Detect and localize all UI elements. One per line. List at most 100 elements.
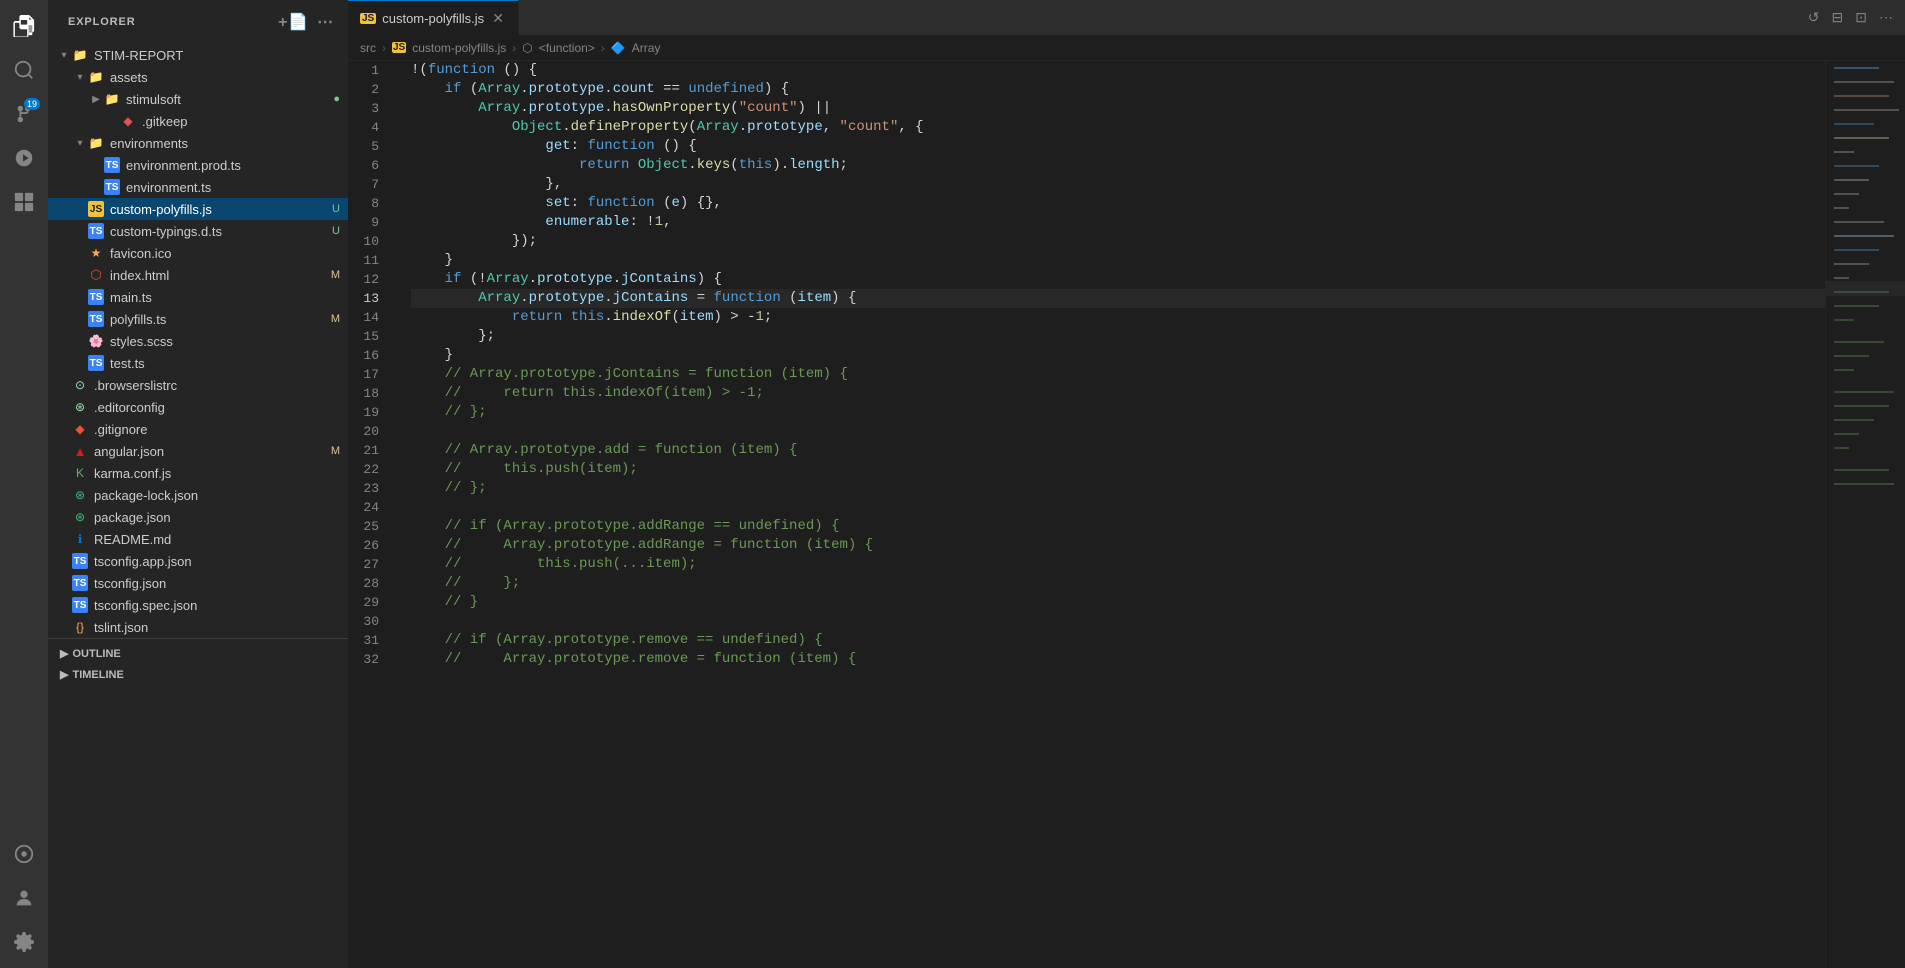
tab-js-icon: JS [360,13,376,24]
file-tree: ▾ 📁 STIM-REPORT ▾ 📁 assets ▶ 📁 stimulsof… [48,44,348,968]
breadcrumb-function[interactable]: <function> [539,41,595,55]
breadcrumb-sep2: › [512,41,516,55]
file-tslint[interactable]: ▶ {} tslint.json [48,616,348,638]
code-line-12: if (!Array.prototype.jContains) { [411,270,1825,289]
editor-area: ↺ ⊟ ⊡ ⋯ JS custom-polyfills.js ✕ src › J… [348,0,1905,968]
folder-environments[interactable]: ▾ 📁 environments [48,132,348,154]
breadcrumb-file[interactable]: custom-polyfills.js [412,41,506,55]
ts-icon-envprod: TS [104,157,120,173]
ts-icon-typings: TS [88,223,104,239]
file-custom-polyfills[interactable]: ▶ JS custom-polyfills.js U [48,198,348,220]
file-env-prod[interactable]: ▶ TS environment.prod.ts [48,154,348,176]
favicon-icon: ★ [88,245,104,261]
folder-assets[interactable]: ▾ 📁 assets [48,66,348,88]
ts-icon-tsconfigspec: TS [72,597,88,613]
js-icon-polyfills: JS [88,201,104,217]
karma-label: karma.conf.js [94,466,348,481]
ln-18: 18 [348,384,391,403]
file-polyfills-ts[interactable]: ▶ TS polyfills.ts M [48,308,348,330]
code-line-21: // Array.prototype.add = function (item)… [411,441,1825,460]
file-karma-conf[interactable]: ▶ K karma.conf.js [48,462,348,484]
code-content[interactable]: !(function () { if (Array.prototype.coun… [403,61,1825,968]
layout-icon[interactable]: ⊡ [1851,5,1871,30]
angular-icon-file: ▲ [72,443,88,459]
file-favicon[interactable]: ▶ ★ favicon.ico [48,242,348,264]
code-line-17: // Array.prototype.jContains = function … [411,365,1825,384]
folder-stimulsoft[interactable]: ▶ 📁 stimulsoft ● [48,88,348,110]
tsconfigspec-label: tsconfig.spec.json [94,598,348,613]
file-index-html[interactable]: ▶ ⬡ index.html M [48,264,348,286]
breadcrumb-sep1: › [382,41,386,55]
file-tsconfig[interactable]: ▶ TS tsconfig.json [48,572,348,594]
file-package-lock[interactable]: ▶ ⊛ package-lock.json [48,484,348,506]
root-folder[interactable]: ▾ 📁 STIM-REPORT [48,44,348,66]
outline-header[interactable]: ▶ OUTLINE [48,643,348,664]
code-line-5: get: function () { [411,137,1825,156]
env-label: environment.ts [126,180,348,195]
html-badge: M [331,269,340,281]
code-line-30 [411,612,1825,631]
file-gitignore[interactable]: ▶ ◆ .gitignore [48,418,348,440]
source-control-badge: 19 [24,98,40,110]
tsconfigapp-label: tsconfig.app.json [94,554,348,569]
tab-custom-polyfills[interactable]: JS custom-polyfills.js ✕ [348,0,519,35]
file-browserslistrc[interactable]: ▶ ⊙ .browserslistrc [48,374,348,396]
code-line-7: }, [411,175,1825,194]
search-icon[interactable] [6,52,42,88]
breadcrumb-sep3: › [601,41,605,55]
extensions-icon[interactable] [6,184,42,220]
file-main[interactable]: ▶ TS main.ts [48,286,348,308]
styles-label: styles.scss [110,334,348,349]
ln-1: 1 [348,61,391,80]
settings-icon[interactable] [6,924,42,960]
ln-6: 6 [348,156,391,175]
ln-2: 2 [348,80,391,99]
files-icon[interactable] [6,8,42,44]
file-package-json[interactable]: ▶ ⊛ package.json [48,506,348,528]
more-options-icon[interactable]: ⋯ [315,10,336,34]
stimulsoft-label: stimulsoft [126,92,333,107]
scss-icon-styles: 🌸 [88,333,104,349]
tab-close-button[interactable]: ✕ [490,10,506,26]
file-test[interactable]: ▶ TS test.ts [48,352,348,374]
timeline-icon[interactable]: ↺ [1804,5,1824,30]
remote-icon[interactable] [6,836,42,872]
assets-folder-icon: 📁 [88,69,104,85]
code-line-23: // }; [411,479,1825,498]
ln-23: 23 [348,479,391,498]
code-line-32: // Array.prototype.remove = function (it… [411,650,1825,669]
ln-32: 32 [348,650,391,669]
code-line-15: }; [411,327,1825,346]
new-file-icon[interactable]: +📄 [276,10,311,34]
file-custom-typings[interactable]: ▶ TS custom-typings.d.ts U [48,220,348,242]
activity-bar: 19 [0,0,48,968]
timeline-header[interactable]: ▶ TIMELINE [48,664,348,685]
ts-icon-polyfillsts: TS [88,311,104,327]
breadcrumb-array[interactable]: Array [632,41,661,55]
gitignore-label: .gitignore [94,422,348,437]
source-control-icon[interactable]: 19 [6,96,42,132]
file-tsconfig-spec[interactable]: ▶ TS tsconfig.spec.json [48,594,348,616]
ln-31: 31 [348,631,391,650]
ln-26: 26 [348,536,391,555]
file-editorconfig[interactable]: ▶ ⊛ .editorconfig [48,396,348,418]
file-readme[interactable]: ▶ ℹ README.md [48,528,348,550]
code-line-9: enumerable: !1, [411,213,1825,232]
editorconfig-label: .editorconfig [94,400,348,415]
file-tsconfig-app[interactable]: ▶ TS tsconfig.app.json [48,550,348,572]
stimulsoft-folder-icon: 📁 [104,91,120,107]
run-debug-icon[interactable] [6,140,42,176]
file-angular-json[interactable]: ▶ ▲ angular.json M [48,440,348,462]
file-gitkeep[interactable]: ▶ ◆ .gitkeep [48,110,348,132]
main-label: main.ts [110,290,348,305]
more-actions-icon[interactable]: ⋯ [1875,5,1897,30]
file-env[interactable]: ▶ TS environment.ts [48,176,348,198]
file-styles[interactable]: ▶ 🌸 styles.scss [48,330,348,352]
ln-25: 25 [348,517,391,536]
code-line-13: Array.prototype.jContains = function (it… [411,289,1825,308]
split-editor-icon[interactable]: ⊟ [1828,5,1848,30]
ln-16: 16 [348,346,391,365]
breadcrumb-src[interactable]: src [360,41,376,55]
accounts-icon[interactable] [6,880,42,916]
code-line-31: // if (Array.prototype.remove == undefin… [411,631,1825,650]
